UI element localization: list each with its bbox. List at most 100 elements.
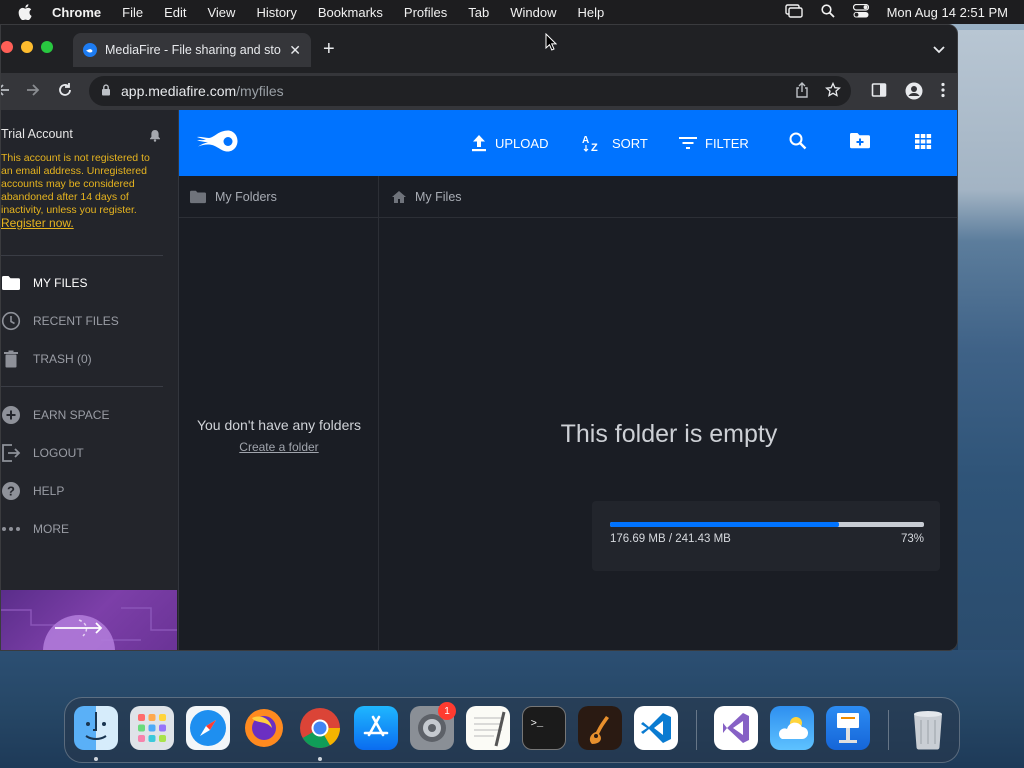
sidebar-divider	[1, 255, 163, 256]
forward-arrow-icon[interactable]	[25, 82, 41, 103]
sidebar: Trial Account This account is not regist…	[1, 110, 179, 650]
sidebar-item-recent-files[interactable]: RECENT FILES	[1, 309, 119, 333]
keynote-icon[interactable]	[826, 706, 870, 750]
firefox-icon[interactable]	[242, 706, 286, 750]
upload-label: UPLOAD	[495, 135, 549, 151]
search-icon[interactable]	[789, 132, 807, 155]
app-store-icon[interactable]	[354, 706, 398, 750]
tab-bar: MediaFire - File sharing and sto ✕ +	[1, 25, 957, 73]
new-folder-icon[interactable]	[849, 132, 871, 155]
home-icon[interactable]	[391, 190, 407, 204]
menu-history[interactable]: History	[256, 5, 296, 20]
filter-label: FILTER	[705, 135, 749, 151]
clock-icon	[1, 311, 21, 331]
action-toolbar: UPLOAD AZ SORT FILTER	[179, 110, 957, 176]
spotlight-search-icon[interactable]	[820, 3, 835, 21]
create-folder-link[interactable]: Create a folder	[179, 440, 379, 454]
storage-used-label: 176.69 MB / 241.43 MB	[610, 533, 731, 545]
sidebar-item-label: MY FILES	[33, 276, 88, 290]
sidebar-item-logout[interactable]: LOGOUT	[1, 441, 84, 465]
svg-text:>_: >_	[531, 718, 544, 730]
garageband-icon[interactable]	[578, 706, 622, 750]
sidebar-item-label: HELP	[33, 484, 65, 498]
promo-banner[interactable]	[1, 590, 177, 650]
arrow-right-icon	[55, 619, 103, 637]
visual-studio-icon[interactable]	[714, 706, 758, 750]
zoom-window-button[interactable]	[41, 41, 53, 53]
breadcrumb-my-files[interactable]: My Files	[415, 190, 462, 204]
svg-text:Z: Z	[591, 142, 598, 152]
finder-icon[interactable]	[74, 706, 118, 750]
url-path: /myfiles	[236, 83, 284, 99]
menu-window[interactable]: Window	[510, 5, 556, 20]
browser-toolbar: app.mediafire.com/myfiles	[1, 73, 957, 110]
sidebar-item-label: EARN SPACE	[33, 408, 110, 422]
share-icon[interactable]	[795, 82, 809, 101]
register-now-link[interactable]: Register now.	[1, 216, 74, 230]
storage-usage[interactable]: 176.69 MB / 241.43 MB 73%	[592, 501, 940, 571]
side-panel-icon[interactable]	[871, 82, 887, 105]
system-settings-icon[interactable]: 1	[410, 702, 456, 750]
logout-icon	[1, 443, 21, 463]
profile-avatar-icon[interactable]	[905, 82, 923, 105]
tab-title: MediaFire - File sharing and sto	[105, 43, 281, 57]
sidebar-item-help[interactable]: ? HELP	[1, 479, 64, 503]
apple-menu-icon[interactable]	[18, 4, 38, 20]
safari-icon[interactable]	[186, 706, 230, 750]
browser-menu-kebab-icon[interactable]	[941, 82, 945, 105]
storage-progress-fill	[610, 522, 840, 527]
breadcrumb: My Files	[379, 176, 957, 218]
menu-help[interactable]: Help	[578, 5, 605, 20]
sidebar-item-earn-space[interactable]: EARN SPACE	[1, 403, 109, 427]
new-tab-button[interactable]: +	[323, 39, 335, 59]
sidebar-item-my-files[interactable]: MY FILES	[1, 271, 87, 295]
menu-app-name[interactable]: Chrome	[52, 5, 101, 20]
svg-text:A: A	[582, 135, 589, 146]
window-controls	[1, 41, 53, 53]
help-question-icon: ?	[1, 481, 21, 501]
lock-icon[interactable]	[101, 83, 111, 99]
menu-clock[interactable]: Mon Aug 14 2:51 PM	[887, 5, 1008, 20]
launchpad-icon[interactable]	[130, 706, 174, 750]
folder-icon	[1, 273, 21, 293]
textedit-icon[interactable]	[466, 706, 510, 750]
minimize-window-button[interactable]	[21, 41, 33, 53]
sort-button[interactable]: AZ SORT	[582, 132, 648, 154]
tab-search-chevron-icon[interactable]	[933, 41, 945, 59]
chrome-running-indicator	[318, 757, 322, 761]
reload-icon[interactable]	[57, 82, 73, 103]
menu-profiles[interactable]: Profiles	[404, 5, 447, 20]
trash-can-icon[interactable]	[906, 706, 950, 750]
sidebar-divider	[1, 386, 163, 387]
grid-view-icon[interactable]	[914, 132, 932, 155]
mediafire-logo-icon[interactable]	[195, 128, 239, 163]
weather-icon[interactable]	[770, 706, 814, 750]
menu-bookmarks[interactable]: Bookmarks	[318, 5, 383, 20]
chrome-icon[interactable]	[298, 706, 342, 750]
notifications-bell-icon[interactable]	[149, 129, 161, 147]
dock-separator	[696, 710, 697, 750]
bookmark-star-icon[interactable]	[825, 81, 841, 101]
vscode-icon[interactable]	[634, 706, 678, 750]
menu-edit[interactable]: Edit	[164, 5, 186, 20]
filter-button[interactable]: FILTER	[679, 132, 749, 154]
empty-folder-message: This folder is empty	[560, 420, 778, 448]
terminal-icon[interactable]: >_	[522, 706, 566, 750]
sidebar-item-more[interactable]: MORE	[1, 517, 69, 541]
close-window-button[interactable]	[1, 41, 13, 53]
browser-tab[interactable]: MediaFire - File sharing and sto ✕	[73, 33, 311, 67]
menu-tab[interactable]: Tab	[468, 5, 489, 20]
menu-file[interactable]: File	[122, 5, 143, 20]
no-folders-message: You don't have any folders	[196, 417, 362, 433]
address-bar[interactable]: app.mediafire.com/myfiles	[89, 76, 851, 106]
control-center-icon[interactable]	[852, 3, 869, 21]
close-tab-icon[interactable]: ✕	[289, 42, 301, 59]
folders-header: My Folders	[179, 176, 378, 218]
folders-header-label: My Folders	[215, 189, 277, 204]
sidebar-item-trash[interactable]: TRASH (0)	[1, 347, 92, 371]
back-arrow-icon[interactable]	[1, 82, 11, 103]
screen-mirroring-icon[interactable]	[784, 3, 803, 21]
menu-view[interactable]: View	[207, 5, 235, 20]
dock-separator	[888, 710, 889, 750]
upload-button[interactable]: UPLOAD	[471, 132, 548, 154]
